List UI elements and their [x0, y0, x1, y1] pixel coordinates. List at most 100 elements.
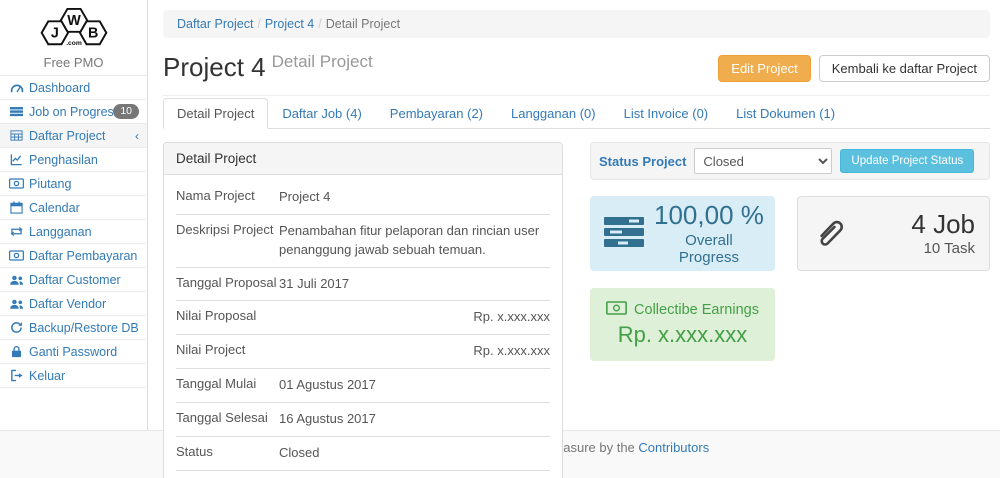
svg-text:J: J — [50, 26, 58, 42]
sidebar-item-label: Piutang — [29, 177, 71, 191]
breadcrumb-link-project-4[interactable]: Project 4 — [265, 17, 314, 31]
sidebar-item-label: Langganan — [29, 225, 92, 239]
svg-text:W: W — [67, 13, 81, 29]
calendar-icon — [8, 201, 25, 214]
row-value: 01 Agustus 2017 — [279, 376, 550, 395]
collectible-earnings-card: Collectibe Earnings Rp. x.xxx.xxx — [590, 288, 775, 361]
job-count-value: 4 Job — [848, 210, 975, 239]
back-to-project-list-button[interactable]: Kembali ke daftar Project — [819, 55, 990, 82]
page-header: Project 4 Detail Project Edit Project Ke… — [163, 46, 990, 96]
money-icon — [8, 178, 25, 189]
row-label: Deskripsi Project — [176, 222, 279, 260]
app-name: Free PMO — [0, 55, 147, 70]
tasks-icon — [604, 216, 644, 251]
status-project-select[interactable]: Closed — [694, 148, 832, 174]
right-column: Status Project Closed Update Project Sta… — [590, 142, 990, 478]
sidebar-item-daftar-customer[interactable]: Daftar Customer — [0, 268, 147, 292]
paperclip-icon — [812, 213, 848, 254]
table-row: Tanggal Proposal 31 Juli 2017 — [176, 267, 550, 301]
overall-progress-card: 100,00 % Overall Progress — [590, 196, 775, 271]
sidebar-item-daftar-vendor[interactable]: Daftar Vendor — [0, 292, 147, 316]
sidebar-item-label: Daftar Pembayaran — [29, 249, 137, 263]
row-value: Penambahan fitur pelaporan dan rincian u… — [279, 222, 550, 260]
jwb-logo: W J B .com — [26, 38, 122, 53]
sidebar-item-label: Backup/Restore DB — [29, 321, 139, 335]
count-badge: 10 — [113, 104, 139, 119]
status-project-label: Status Project — [599, 154, 686, 169]
breadcrumb-active: Detail Project — [326, 17, 400, 31]
task-count-label: 10 Task — [848, 240, 975, 257]
sidebar-item-dashboard[interactable]: Dashboard — [0, 76, 147, 100]
sidebar-item-label: Calendar — [29, 201, 80, 215]
sidebar-item-penghasilan[interactable]: Penghasilan — [0, 148, 147, 172]
line-chart-icon — [8, 153, 25, 166]
sidebar-menu: Dashboard Job on Progress 10 Daftar Proj… — [0, 76, 147, 388]
row-value: Closed — [279, 444, 550, 463]
table-row: Nama Project Project 4 — [176, 181, 550, 214]
row-label: Status — [176, 444, 279, 463]
table-row: Deskripsi Project Penambahan fitur pelap… — [176, 214, 550, 267]
row-value: Project 4 — [279, 188, 550, 207]
status-project-bar: Status Project Closed Update Project Sta… — [590, 142, 990, 180]
sidebar-item-ganti-password[interactable]: Ganti Password — [0, 340, 147, 364]
tab-list-invoice[interactable]: List Invoice (0) — [610, 98, 723, 129]
svg-text:.com: .com — [66, 40, 82, 47]
table-row: Customer Bapak Customer 001 — [176, 470, 550, 478]
sidebar-item-label: Daftar Vendor — [29, 297, 106, 311]
overall-progress-label: Overall Progress — [654, 232, 764, 266]
breadcrumb-link-daftar-project[interactable]: Daftar Project — [177, 17, 253, 31]
table-row: Nilai Project Rp. x.xxx.xxx — [176, 334, 550, 368]
sidebar-item-backup-restore-db[interactable]: Backup/Restore DB — [0, 316, 147, 340]
breadcrumb-separator: / — [257, 17, 260, 31]
sidebar-item-label: Daftar Project — [29, 129, 105, 143]
sidebar-item-label: Penghasilan — [29, 153, 98, 167]
table-row: Status Closed — [176, 436, 550, 470]
users-icon — [8, 298, 25, 310]
chevron-left-icon: ‹ — [135, 129, 139, 143]
row-value: Rp. x.xxx.xxx — [279, 342, 550, 361]
sidebar-item-job-on-progress[interactable]: Job on Progress 10 — [0, 100, 147, 124]
tab-bar: Detail Project Daftar Job (4) Pembayaran… — [163, 98, 990, 129]
sidebar-item-langganan[interactable]: Langganan — [0, 220, 147, 244]
sidebar-item-keluar[interactable]: Keluar — [0, 364, 147, 388]
tab-langganan[interactable]: Langganan (0) — [497, 98, 610, 129]
table-row: Tanggal Selesai 16 Agustus 2017 — [176, 402, 550, 436]
panel-title: Detail Project — [164, 143, 562, 175]
sidebar-item-label: Ganti Password — [29, 345, 117, 359]
earnings-label: Collectibe Earnings — [634, 302, 759, 318]
row-label: Tanggal Mulai — [176, 376, 279, 395]
tasks-icon — [8, 105, 25, 118]
refresh-icon — [8, 321, 25, 334]
job-count-card: 4 Job 10 Task — [797, 196, 990, 271]
page-title: Project 4 — [163, 52, 266, 83]
update-project-status-button[interactable]: Update Project Status — [840, 149, 974, 173]
tab-detail-project[interactable]: Detail Project — [163, 98, 268, 129]
money-icon — [606, 301, 627, 319]
sign-out-icon — [8, 369, 25, 382]
sidebar-item-label: Daftar Customer — [29, 273, 121, 287]
tab-daftar-job[interactable]: Daftar Job (4) — [268, 98, 375, 129]
sidebar-item-daftar-project[interactable]: Daftar Project ‹ — [0, 124, 147, 148]
sidebar-item-label: Dashboard — [29, 81, 90, 95]
main-content: Daftar Project/Project 4/Detail Project … — [148, 0, 1000, 430]
row-value: 31 Juli 2017 — [279, 275, 550, 294]
earnings-value: Rp. x.xxx.xxx — [618, 322, 748, 348]
row-label: Nama Project — [176, 188, 279, 207]
sidebar-item-daftar-pembayaran[interactable]: Daftar Pembayaran — [0, 244, 147, 268]
table-row: Tanggal Mulai 01 Agustus 2017 — [176, 368, 550, 402]
row-label: Tanggal Selesai — [176, 410, 279, 429]
tab-list-dokumen[interactable]: List Dokumen (1) — [722, 98, 849, 129]
sidebar-item-label: Job on Progress — [29, 105, 113, 119]
users-icon — [8, 274, 25, 286]
dashboard-icon — [8, 81, 25, 95]
sidebar-item-calendar[interactable]: Calendar — [0, 196, 147, 220]
row-label: Nilai Proposal — [176, 308, 279, 327]
tab-pembayaran[interactable]: Pembayaran (2) — [376, 98, 497, 129]
sidebar-item-piutang[interactable]: Piutang — [0, 172, 147, 196]
svg-text:B: B — [87, 26, 97, 42]
overall-progress-value: 100,00 % — [654, 201, 764, 230]
detail-project-panel: Detail Project Nama Project Project 4 De… — [163, 142, 563, 478]
brand: W J B .com Free PMO — [0, 0, 147, 76]
edit-project-button[interactable]: Edit Project — [718, 55, 810, 82]
sidebar: W J B .com Free PMO Dashboard — [0, 0, 148, 430]
